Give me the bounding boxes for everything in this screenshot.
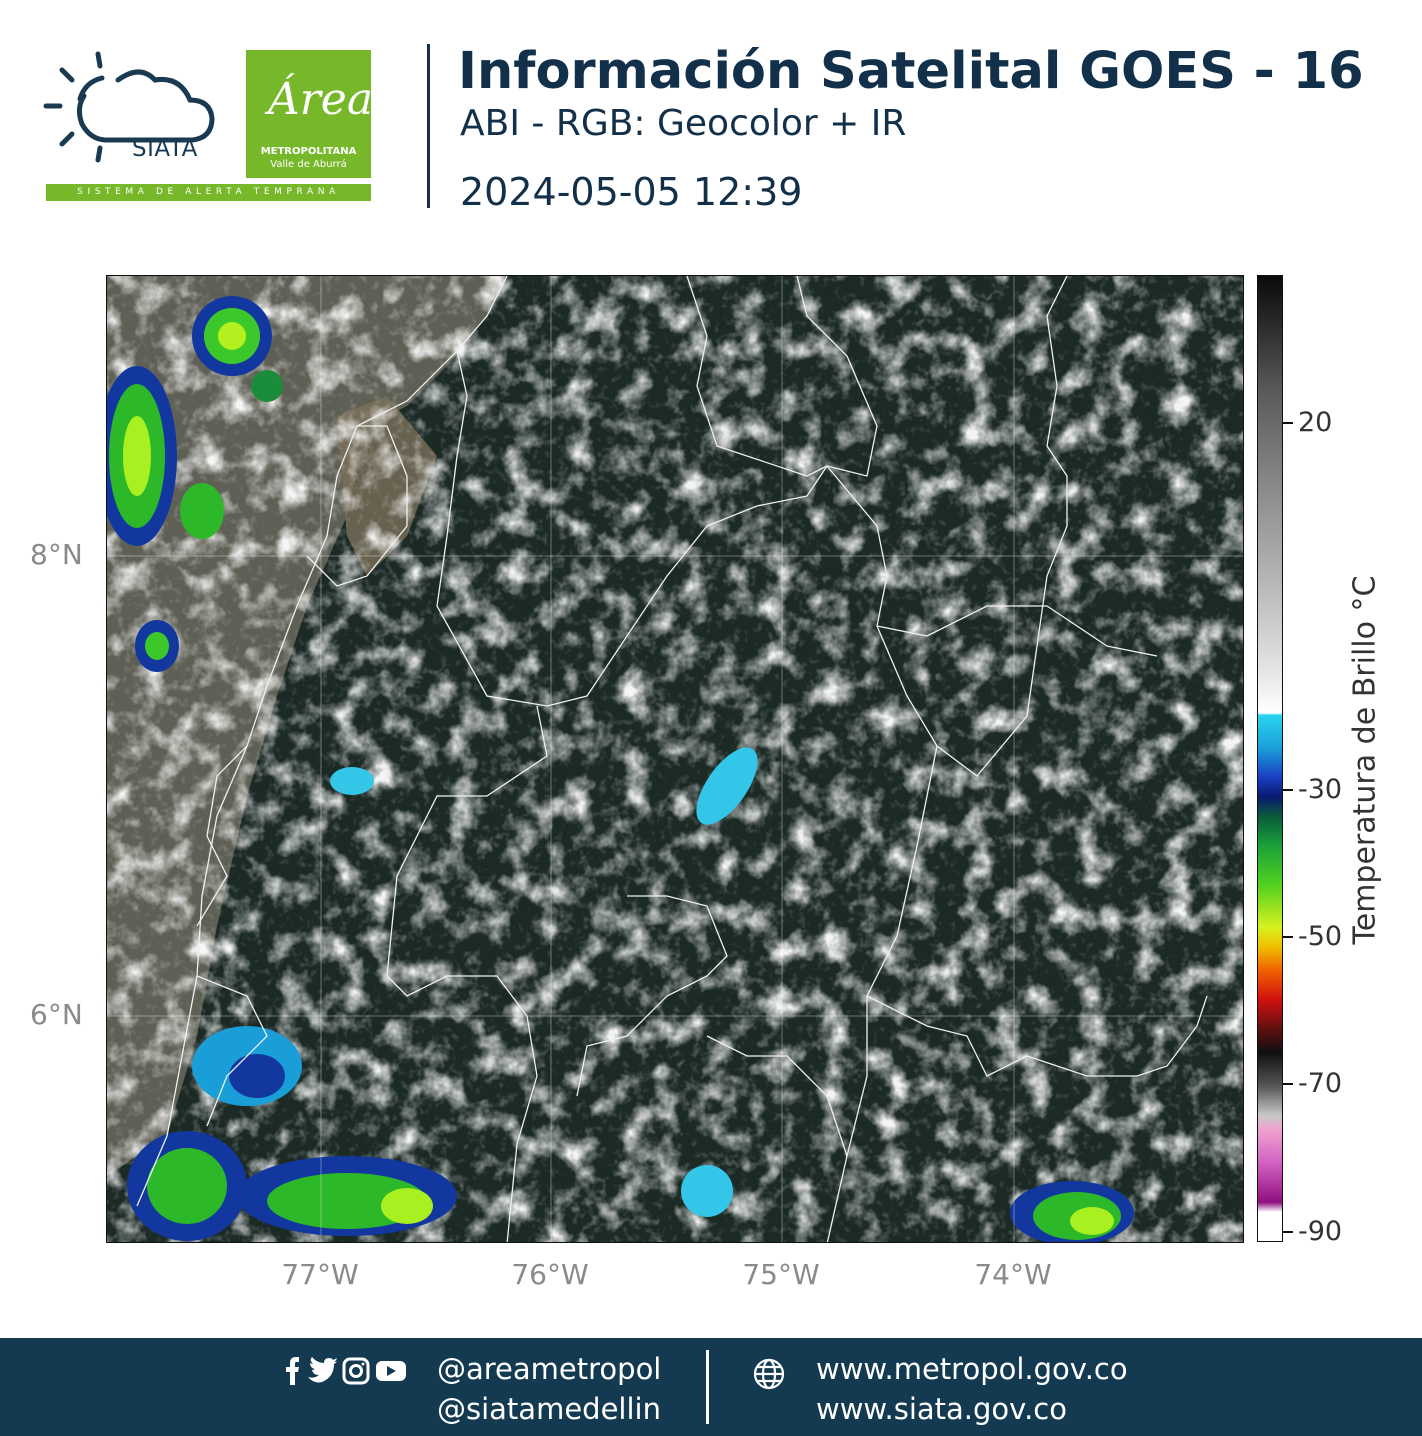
colorbar-tick-label: -50 xyxy=(1298,921,1343,952)
twitter-icon[interactable] xyxy=(308,1357,337,1383)
header-divider xyxy=(427,44,430,208)
colorbar-tick-label: -30 xyxy=(1298,774,1343,805)
satellite-map xyxy=(106,275,1244,1243)
colorbar-tick xyxy=(1283,936,1293,938)
satellite-image xyxy=(107,276,1243,1242)
footer-divider xyxy=(706,1350,709,1424)
instagram-icon[interactable] xyxy=(342,1357,370,1385)
colorbar-tick xyxy=(1283,1231,1293,1233)
y-tick-label: 6°N xyxy=(30,998,83,1031)
area-logo-script: Área xyxy=(268,74,374,125)
alert-system-banner: SISTEMA DE ALERTA TEMPRANA xyxy=(46,184,371,201)
website-link-siata[interactable]: www.siata.gov.co xyxy=(816,1392,1067,1426)
colorbar-tick xyxy=(1283,789,1293,791)
colorbar-tick xyxy=(1283,422,1293,424)
x-tick-label: 75°W xyxy=(742,1258,820,1291)
footer: @areametropol @siatamedellin www.metropo… xyxy=(0,1338,1422,1436)
area-metropolitana-logo: Área METROPOLITANA Valle de Aburrá xyxy=(246,50,374,178)
page-title: Información Satelital GOES - 16 xyxy=(458,42,1364,101)
x-tick-label: 76°W xyxy=(511,1258,589,1291)
colorbar-tick-label: -70 xyxy=(1298,1068,1343,1099)
sun-cloud-icon xyxy=(43,51,215,163)
area-logo-line1: METROPOLITANA xyxy=(260,146,357,157)
social-icons xyxy=(286,1357,406,1385)
colorbar-title: Temperatura de Brillo °C xyxy=(1347,575,1383,945)
website-link-metropol[interactable]: www.metropol.gov.co xyxy=(816,1352,1128,1386)
y-tick-label: 8°N xyxy=(30,538,83,571)
globe-icon xyxy=(753,1358,785,1390)
colorbar-tick-label: 20 xyxy=(1298,407,1333,438)
colorbar-tick xyxy=(1283,1083,1293,1085)
image-datetime: 2024-05-05 12:39 xyxy=(460,170,803,214)
youtube-icon[interactable] xyxy=(376,1361,406,1381)
area-logo-line2: Valle de Aburrá xyxy=(270,159,347,170)
facebook-icon[interactable] xyxy=(286,1357,299,1385)
social-handle-areametropol[interactable]: @areametropol xyxy=(437,1352,661,1386)
header: SIATA Área METROPOLITANA Valle de Aburrá… xyxy=(0,0,1422,240)
page-subtitle: ABI - RGB: Geocolor + IR xyxy=(460,103,907,144)
siata-logo: SIATA xyxy=(40,44,240,204)
x-tick-label: 74°W xyxy=(974,1258,1052,1291)
colorbar-tick-label: -90 xyxy=(1298,1216,1343,1247)
siata-wordmark: SIATA xyxy=(132,136,198,162)
social-handle-siatamedellin[interactable]: @siatamedellin xyxy=(437,1392,661,1426)
x-tick-label: 77°W xyxy=(281,1258,359,1291)
colorbar xyxy=(1257,275,1283,1242)
